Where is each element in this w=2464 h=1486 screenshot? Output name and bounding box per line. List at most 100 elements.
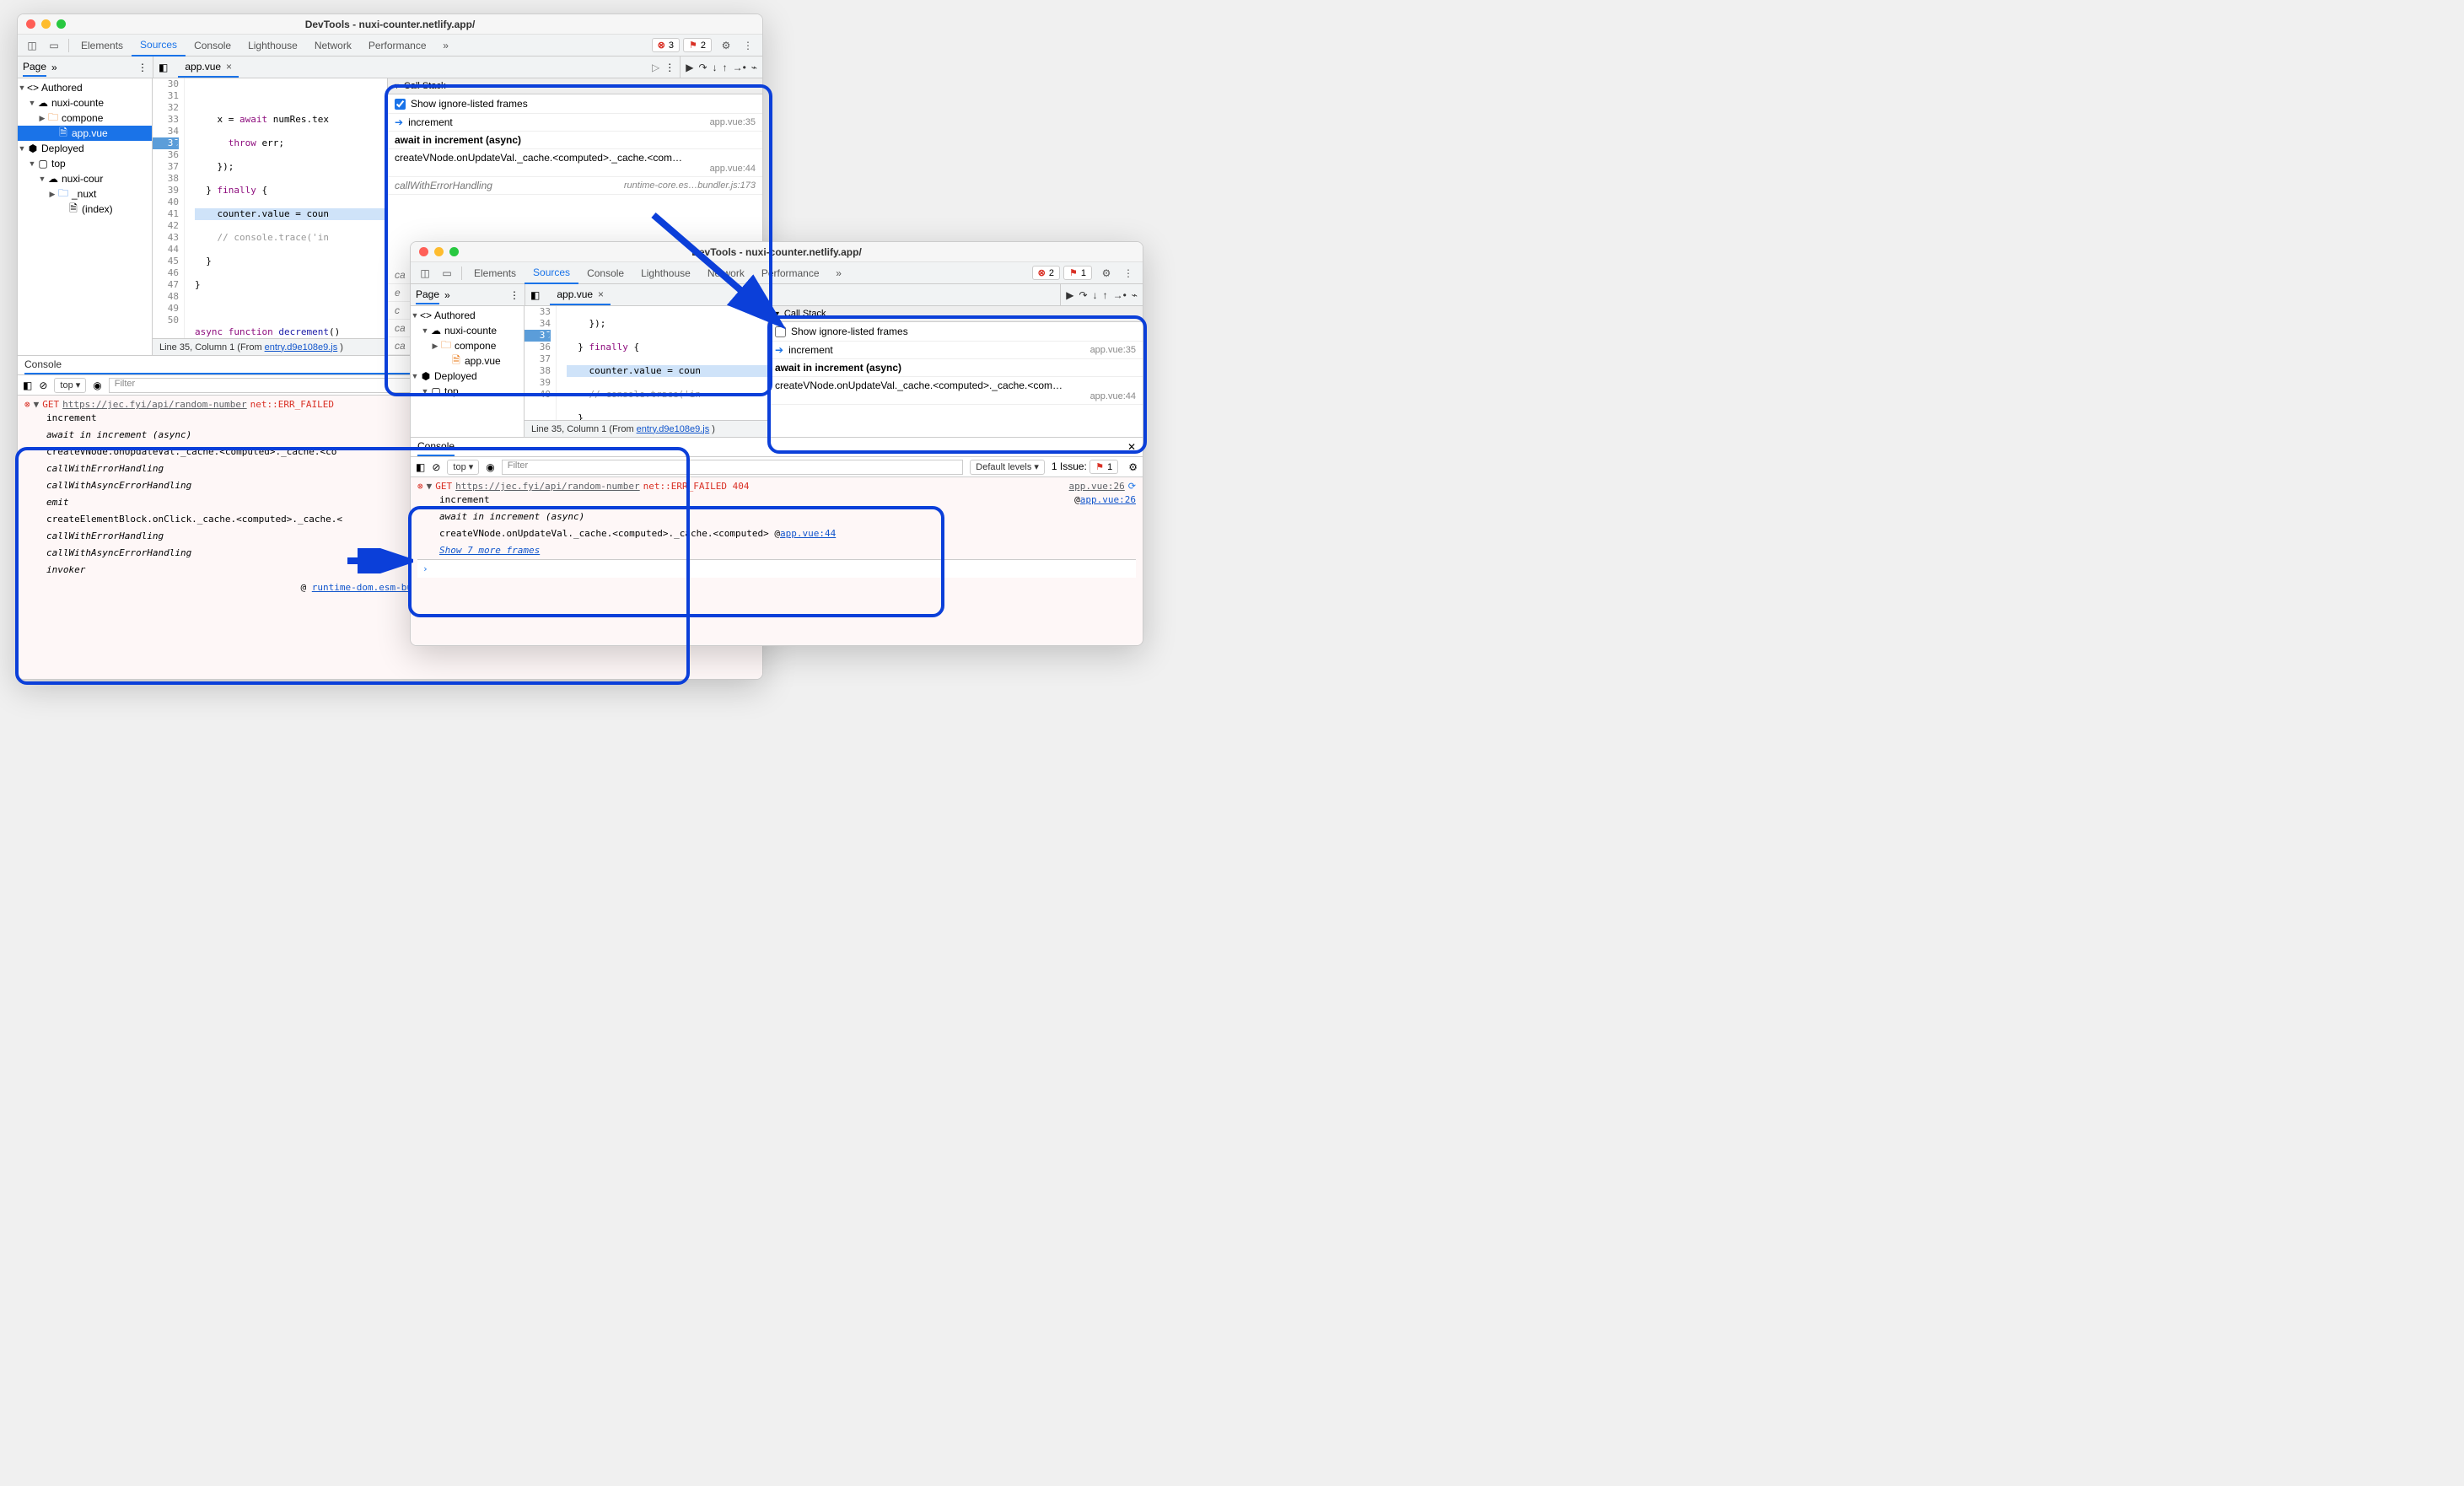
show-ignore-listed-toggle[interactable]: Show ignore-listed frames	[768, 322, 1143, 342]
step-out-icon[interactable]: ↑	[723, 62, 728, 73]
tree-top[interactable]: ▼▢top	[411, 384, 524, 399]
stack-line[interactable]: await in increment (async)	[439, 509, 1136, 525]
console-sidebar-toggle-icon[interactable]: ◧	[416, 461, 425, 473]
nav-kebab-icon[interactable]: ⋮	[509, 289, 519, 301]
tab-sources[interactable]: Sources	[525, 262, 578, 284]
run-snippet-icon[interactable]: ▷	[652, 62, 659, 73]
clear-console-icon[interactable]: ⊘	[432, 461, 440, 473]
stack-frame-await[interactable]: await in increment (async)	[768, 359, 1143, 377]
step-into-icon[interactable]: ↓	[713, 62, 718, 73]
tree-authored[interactable]: ▼<>Authored	[18, 80, 152, 95]
more-tabs-icon[interactable]: »	[435, 35, 457, 57]
tab-network[interactable]: Network	[699, 262, 753, 284]
tab-console[interactable]: Console	[186, 35, 239, 57]
file-tab-appvue[interactable]: app.vue ×	[550, 285, 611, 305]
console-gear-icon[interactable]: ⚙	[1128, 461, 1138, 473]
tab-console[interactable]: Console	[578, 262, 632, 284]
nav-more-icon[interactable]: »	[444, 289, 450, 301]
tab-sources[interactable]: Sources	[132, 35, 186, 57]
tab-network[interactable]: Network	[306, 35, 360, 57]
warning-badge[interactable]: 1	[1063, 266, 1092, 280]
inspect-icon[interactable]: ◫	[414, 262, 436, 284]
issues-label[interactable]: 1 Issue: 1	[1052, 460, 1122, 474]
sidebar-toggle-icon[interactable]: ◧	[530, 289, 540, 301]
stack-frame-create[interactable]: createVNode.onUpdateVal._cache.<computed…	[388, 149, 762, 177]
stack-source-link[interactable]: app.vue:44	[780, 525, 836, 542]
error-badge[interactable]: 2	[1032, 266, 1060, 280]
console-tab[interactable]: Console	[417, 438, 455, 456]
tree-nuxicour[interactable]: ▼☁nuxi-cour	[18, 171, 152, 186]
step-icon[interactable]: →•	[1113, 289, 1127, 301]
device-toolbar-icon[interactable]: ▭	[436, 262, 458, 284]
source-map-link[interactable]: entry.d9e108e9.js	[637, 424, 710, 434]
console-prompt[interactable]: ›	[417, 559, 1136, 578]
file-tab-appvue[interactable]: app.vue ×	[178, 57, 239, 78]
close-drawer-icon[interactable]: ✕	[1127, 441, 1136, 453]
tree-deployed[interactable]: ▼⬢Deployed	[411, 369, 524, 384]
live-expression-icon[interactable]: ◉	[486, 461, 494, 473]
nav-page[interactable]: Page	[23, 58, 46, 77]
stack-source-link[interactable]: app.vue:26	[1080, 492, 1136, 509]
callstack-header[interactable]: ▼Call Stack	[768, 306, 1143, 322]
stack-frame-callwith[interactable]: callWithErrorHandlingruntime-core.es…bun…	[388, 177, 762, 195]
show-ignore-listed-toggle[interactable]: Show ignore-listed frames	[388, 94, 762, 114]
step-into-icon[interactable]: ↓	[1093, 289, 1098, 301]
tab-lighthouse[interactable]: Lighthouse	[632, 262, 699, 284]
error-message-row[interactable]: ⊗ ▼ GET https://jec.fyi/api/random-numbe…	[417, 481, 1136, 492]
stack-frame-await[interactable]: await in increment (async)	[388, 132, 762, 149]
stack-frame-increment[interactable]: ➔incrementapp.vue:35	[768, 342, 1143, 359]
reveal-icon[interactable]: ⟳	[1128, 481, 1136, 492]
stack-frame-increment[interactable]: ➔incrementapp.vue:35	[388, 114, 762, 132]
tree-appvue[interactable]: 🗎app.vue	[411, 353, 524, 369]
step-out-icon[interactable]: ↑	[1103, 289, 1108, 301]
stack-line[interactable]: increment	[439, 492, 490, 509]
resume-icon[interactable]: ▶	[1066, 289, 1073, 301]
console-filter[interactable]: Filter	[502, 460, 964, 475]
callstack-header[interactable]: ▼Call Stack	[388, 78, 762, 94]
console-sidebar-toggle-icon[interactable]: ◧	[23, 380, 32, 391]
stack-frame-create[interactable]: createVNode.onUpdateVal._cache.<computed…	[768, 377, 1143, 405]
tab-elements[interactable]: Elements	[73, 35, 132, 57]
tree-top[interactable]: ▼▢top	[18, 156, 152, 171]
error-url[interactable]: https://jec.fyi/api/random-number	[455, 481, 640, 492]
code-body[interactable]: x = await numRes.tex throw err; }); } fi…	[185, 78, 387, 338]
more-tabs-icon[interactable]: »	[828, 262, 850, 284]
kebab-icon[interactable]: ⋮	[1117, 262, 1139, 284]
tree-deployed[interactable]: ▼⬢Deployed	[18, 141, 152, 156]
close-tab-icon[interactable]: ×	[598, 288, 604, 300]
deactivate-breakpoints-icon[interactable]: ⌁	[1132, 289, 1138, 301]
gear-icon[interactable]: ⚙	[1095, 262, 1117, 284]
live-expression-icon[interactable]: ◉	[93, 380, 101, 391]
show-ignore-listed-checkbox[interactable]	[395, 99, 406, 110]
step-icon[interactable]: →•	[733, 62, 746, 73]
source-map-link[interactable]: entry.d9e108e9.js	[265, 342, 338, 353]
tree-nuxt[interactable]: ▶🗀_nuxt	[18, 186, 152, 202]
step-over-icon[interactable]: ↷	[699, 62, 707, 73]
tree-authored[interactable]: ▼<>Authored	[411, 308, 524, 323]
gear-icon[interactable]: ⚙	[715, 35, 737, 57]
sidebar-toggle-icon[interactable]: ◧	[159, 62, 168, 73]
tree-nuxi[interactable]: ▼☁nuxi-counte	[18, 95, 152, 110]
error-source-link[interactable]: app.vue:26	[1069, 481, 1125, 492]
resume-icon[interactable]: ▶	[686, 62, 693, 73]
error-badge[interactable]: 3	[652, 38, 680, 52]
levels-selector[interactable]: Default levels ▾	[970, 460, 1045, 475]
tab-lighthouse[interactable]: Lighthouse	[239, 35, 306, 57]
tree-nuxi[interactable]: ▼☁nuxi-counte	[411, 323, 524, 338]
tree-appvue[interactable]: 🗎app.vue	[18, 126, 152, 141]
deactivate-breakpoints-icon[interactable]: ⌁	[751, 62, 757, 73]
code-body[interactable]: }); } finally { counter.value = coun // …	[557, 306, 767, 420]
nav-page[interactable]: Page	[416, 286, 439, 304]
nav-kebab-icon[interactable]: ⋮	[137, 62, 148, 73]
tree-index[interactable]: 🗎(index)	[18, 202, 152, 217]
tab-elements[interactable]: Elements	[465, 262, 525, 284]
show-more-frames-link[interactable]: Show 7 more frames	[439, 545, 540, 556]
kebab-icon[interactable]: ⋮	[737, 35, 759, 57]
clear-console-icon[interactable]: ⊘	[39, 380, 47, 391]
error-url[interactable]: https://jec.fyi/api/random-number	[62, 399, 247, 410]
close-tab-icon[interactable]: ×	[226, 61, 232, 73]
nav-more-icon[interactable]: »	[51, 62, 57, 73]
tree-compone[interactable]: ▶🗀compone	[18, 110, 152, 126]
stack-line[interactable]: createVNode.onUpdateVal._cache.<computed…	[439, 525, 769, 542]
warning-badge[interactable]: 2	[683, 38, 712, 52]
